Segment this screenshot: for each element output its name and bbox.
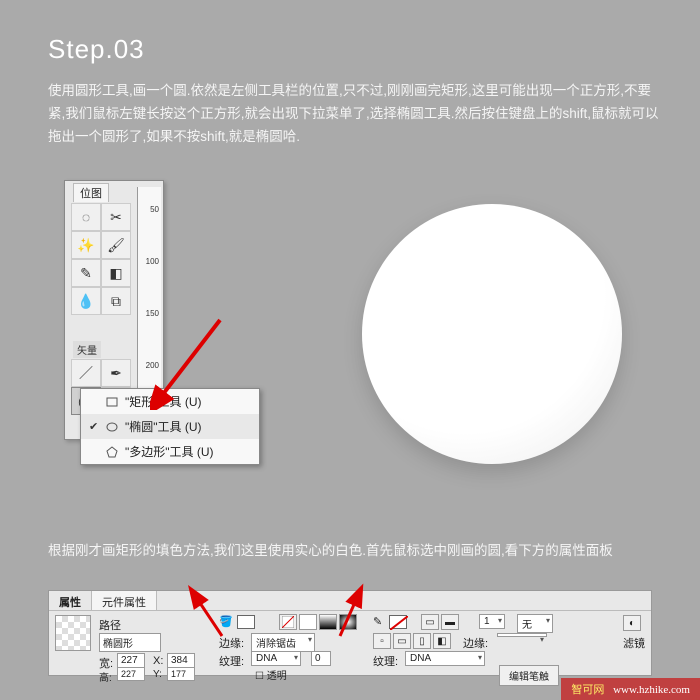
- tool-stamp[interactable]: ⧉: [101, 287, 131, 315]
- y-label: Y:: [153, 669, 162, 680]
- section-vector-label: 矢量: [73, 341, 101, 358]
- tool-line[interactable]: ／: [71, 359, 101, 387]
- watermark-brand: 智可网: [571, 684, 604, 696]
- height-label: 高:: [99, 669, 112, 684]
- edit-brush-button[interactable]: 编辑笔触: [499, 665, 559, 686]
- tab-element-properties[interactable]: 元件属性: [92, 591, 157, 610]
- instructions-paragraph-2: 根据刚才画矩形的填色方法,我们这里使用实心的白色.首先鼠标选中刚画的圆,看下方的…: [48, 540, 660, 563]
- tool-blur[interactable]: 💧: [71, 287, 101, 315]
- pencil-icon: ✎: [373, 615, 382, 628]
- shape-thumbnail: [55, 615, 91, 651]
- polygon-icon: [105, 445, 119, 459]
- align-btn-1[interactable]: ▫: [373, 633, 391, 649]
- height-input[interactable]: 227: [117, 667, 145, 681]
- ruler-mark: 200: [146, 361, 159, 370]
- step-title: Step.03: [48, 34, 145, 65]
- drawn-circle: [362, 204, 622, 464]
- rectangle-icon: [105, 395, 119, 409]
- instructions-paragraph-1: 使用圆形工具,画一个圆.依然是左侧工具栏的位置,只不过,刚刚画完矩形,这里可能出…: [48, 80, 660, 149]
- edge2-label: 边缘:: [463, 635, 488, 651]
- fill-gradient-btn[interactable]: [319, 614, 337, 630]
- tool-eraser[interactable]: ◧: [101, 259, 131, 287]
- ruler-mark: 100: [146, 257, 159, 266]
- fill-color-swatch[interactable]: [237, 615, 255, 629]
- flyout-item-polygon[interactable]: "多边形"工具 (U): [81, 439, 259, 464]
- stroke-style-dropdown[interactable]: 无: [517, 614, 553, 633]
- stroke-color-swatch[interactable]: [389, 615, 407, 629]
- transparent-checkbox-label: ☐ 透明: [255, 667, 287, 682]
- path-label: 路径: [99, 617, 121, 633]
- texture-amount[interactable]: 0: [311, 651, 331, 666]
- stroke-width-dropdown[interactable]: 1: [479, 614, 505, 629]
- ruler-mark: 150: [146, 309, 159, 318]
- flyout-item-ellipse[interactable]: ✔ "椭圆"工具 (U): [81, 414, 259, 439]
- tool-pen[interactable]: ✒: [101, 359, 131, 387]
- flyout-label: "椭圆"工具 (U): [125, 418, 202, 435]
- tab-properties[interactable]: 属性: [49, 591, 92, 610]
- width-input[interactable]: 227: [117, 653, 145, 668]
- stroke-opt-1[interactable]: ▭: [421, 614, 439, 630]
- texture-label: 纹理:: [219, 653, 244, 669]
- edge-dropdown[interactable]: 消除锯齿: [251, 633, 315, 652]
- texture-dropdown[interactable]: DNA: [251, 651, 301, 666]
- shape-tool-flyout: "矩形"工具 (U) ✔ "椭圆"工具 (U) "多边形"工具 (U): [80, 388, 260, 465]
- align-btn-2[interactable]: ▭: [393, 633, 411, 649]
- stroke-opt-2[interactable]: ▬: [441, 614, 459, 630]
- tool-wand[interactable]: ✨: [71, 231, 101, 259]
- filter-label: 滤镜: [623, 635, 645, 651]
- properties-body: 路径 椭圆形 宽: 227 X: 384 高: 227 Y: 177 🪣 边缘:…: [49, 611, 651, 677]
- tool-lasso[interactable]: ✂: [101, 203, 131, 231]
- edge2-dropdown[interactable]: [497, 633, 547, 637]
- fill-none-btn[interactable]: [279, 614, 297, 630]
- y-input[interactable]: 177: [167, 667, 195, 681]
- fill-radial-btn[interactable]: [339, 614, 357, 630]
- x-label: X:: [153, 655, 163, 667]
- tool-grid: ◌ ✂ ✨ 🖌 ✎ ◧ 💧 ⧉: [71, 203, 131, 315]
- align-btn-3[interactable]: ▯: [413, 633, 431, 649]
- tool-pencil[interactable]: ✎: [71, 259, 101, 287]
- check-icon: ✔: [89, 420, 99, 433]
- flyout-label: "矩形"工具 (U): [125, 393, 202, 410]
- flyout-label: "多边形"工具 (U): [125, 443, 214, 460]
- properties-tabs: 属性 元件属性: [49, 591, 651, 611]
- bucket-icon: 🪣: [219, 615, 233, 628]
- properties-panel: 属性 元件属性 路径 椭圆形 宽: 227 X: 384 高: 227 Y: 1…: [48, 590, 652, 676]
- watermark-url: www.hzhike.com: [613, 684, 690, 696]
- flyout-item-rectangle[interactable]: "矩形"工具 (U): [81, 389, 259, 414]
- tool-brush[interactable]: 🖌: [101, 231, 131, 259]
- filter-opt[interactable]: ◐: [623, 615, 641, 631]
- x-input[interactable]: 384: [167, 653, 195, 668]
- edge-label: 边缘:: [219, 635, 244, 651]
- check-icon: [89, 446, 99, 458]
- texture2-dropdown[interactable]: DNA: [405, 651, 485, 666]
- ellipse-icon: [105, 420, 119, 434]
- watermark: 智可网 www.hzhike.com: [561, 678, 700, 700]
- panel-tab-bitmap[interactable]: 位图: [73, 183, 109, 202]
- fill-solid-btn[interactable]: [299, 614, 317, 630]
- ruler-mark: 50: [150, 205, 159, 214]
- texture2-label: 纹理:: [373, 653, 398, 669]
- align-btn-4[interactable]: ◧: [433, 633, 451, 649]
- tool-marquee[interactable]: ◌: [71, 203, 101, 231]
- shape-name-field[interactable]: 椭圆形: [99, 633, 161, 652]
- check-icon: [89, 396, 99, 408]
